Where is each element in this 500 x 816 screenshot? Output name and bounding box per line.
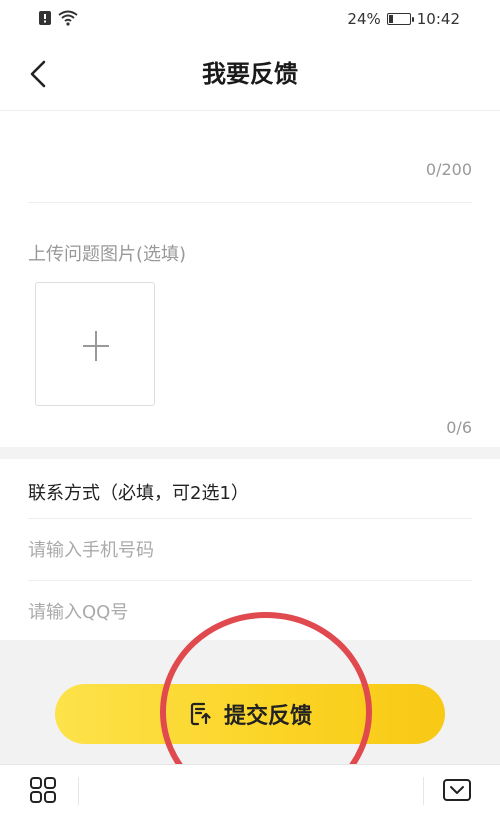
header-divider bbox=[0, 110, 500, 111]
divider bbox=[28, 518, 472, 519]
contact-title: 联系方式（必填，可2选1） bbox=[28, 483, 249, 504]
nav-separator bbox=[423, 777, 424, 805]
submit-feedback-button[interactable]: 提交反馈 bbox=[55, 684, 445, 744]
clock: 10:42 bbox=[416, 10, 460, 28]
section-separator bbox=[0, 447, 500, 459]
feedback-char-count: 0/200 bbox=[425, 160, 472, 179]
bottom-nav bbox=[0, 764, 500, 816]
app-header: 我要反馈 bbox=[0, 38, 500, 110]
status-left bbox=[38, 10, 78, 26]
divider bbox=[28, 202, 472, 203]
collapse-button[interactable] bbox=[442, 775, 472, 805]
status-bar: 24% 10:42 bbox=[0, 0, 500, 38]
submit-label: 提交反馈 bbox=[223, 704, 312, 729]
phone-input[interactable] bbox=[28, 532, 468, 568]
divider bbox=[28, 580, 472, 581]
nav-separator bbox=[78, 777, 79, 805]
plus-icon-vertical bbox=[95, 331, 97, 361]
battery-icon bbox=[386, 13, 414, 25]
add-image-button[interactable] bbox=[35, 282, 155, 406]
image-count: 0/6 bbox=[446, 418, 472, 437]
page-title: 我要反馈 bbox=[202, 59, 298, 88]
status-right: 24% 10:42 bbox=[347, 10, 460, 28]
apps-button[interactable] bbox=[28, 775, 58, 805]
wifi-icon bbox=[58, 10, 78, 26]
collapse-down-icon bbox=[443, 779, 471, 801]
upload-label: 上传问题图片(选填) bbox=[28, 244, 187, 265]
battery-percent: 24% bbox=[347, 10, 381, 28]
qq-input[interactable] bbox=[28, 594, 468, 630]
battery-level-fill bbox=[388, 15, 394, 23]
feedback-textarea[interactable] bbox=[28, 112, 474, 200]
grid-apps-icon bbox=[30, 777, 56, 803]
alert-sim-icon bbox=[39, 11, 51, 25]
upload-document-icon bbox=[190, 702, 211, 726]
